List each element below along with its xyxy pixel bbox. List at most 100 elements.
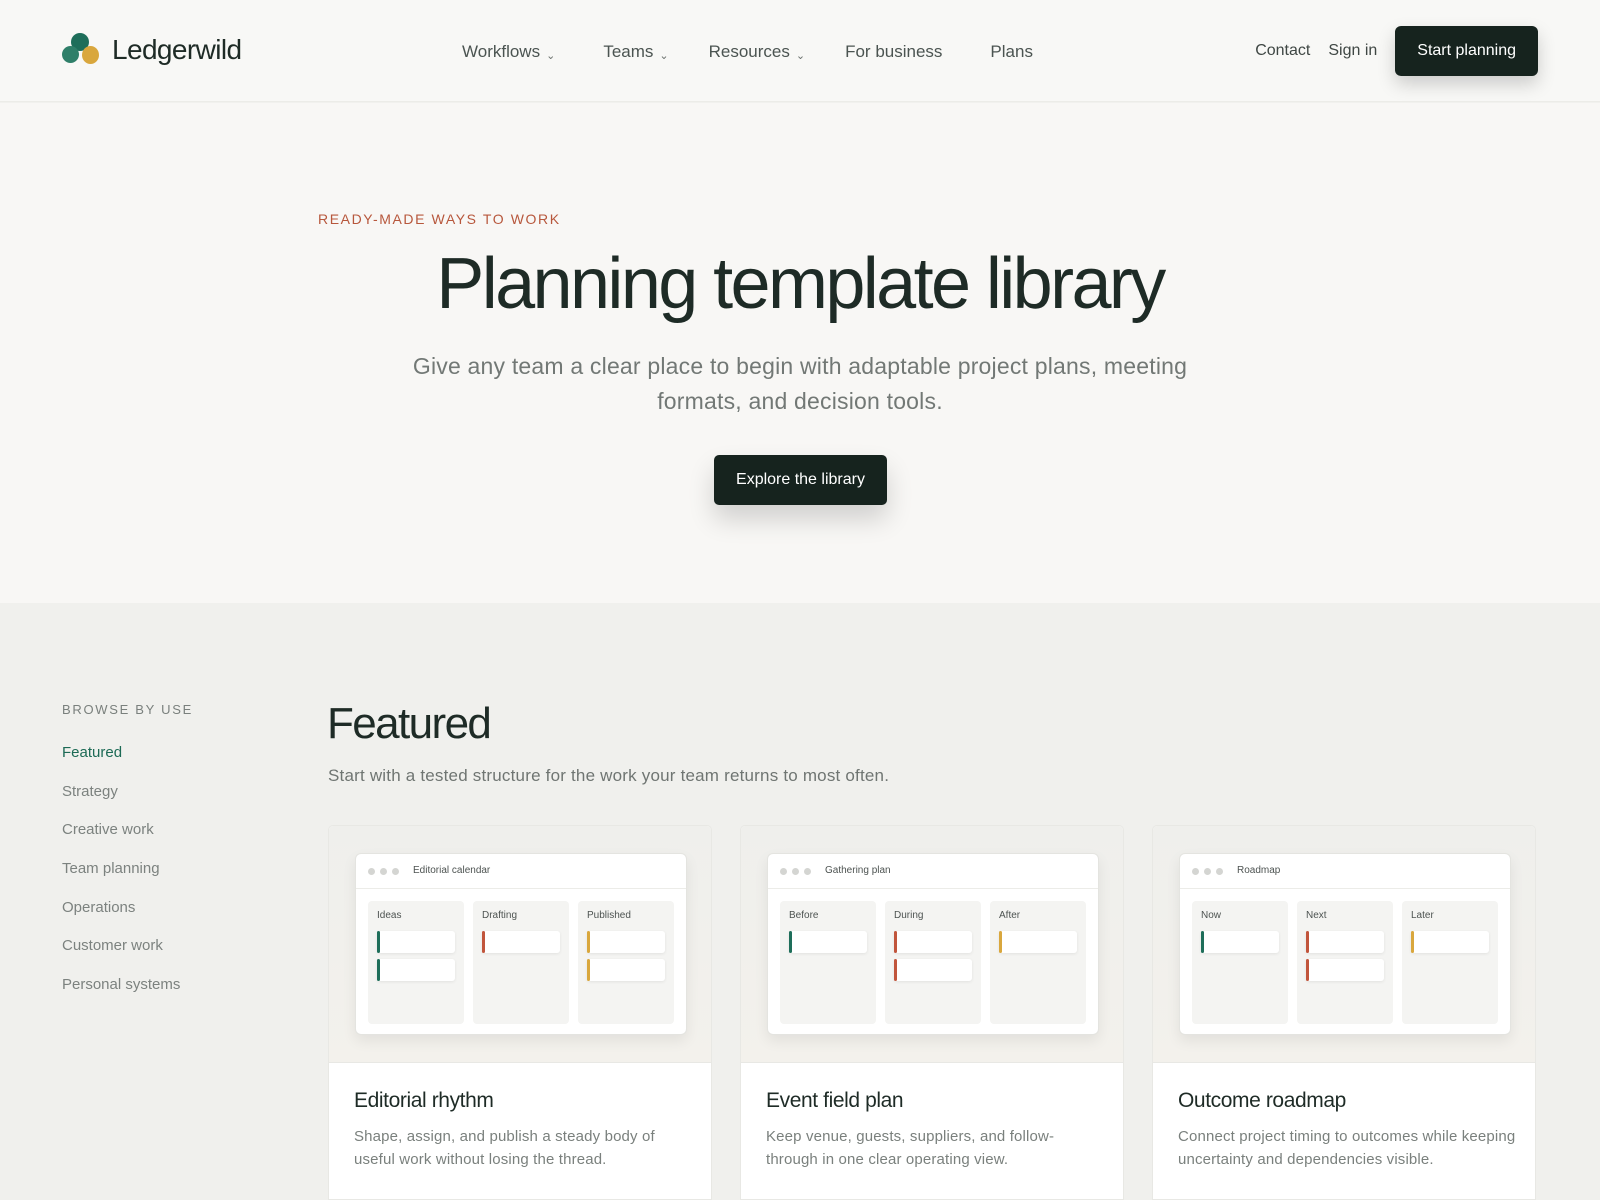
- card-description: Shape, assign, and publish a steady body…: [354, 1128, 655, 1168]
- task-accent: [1306, 931, 1309, 953]
- task-accent: [1306, 959, 1309, 981]
- board-column: Next: [1297, 901, 1393, 1024]
- task-accent: [1411, 931, 1414, 953]
- column-label: Ideas: [377, 910, 402, 921]
- card-preview: Roadmap Now Next Later: [1153, 826, 1535, 1063]
- logo-mark-icon: [62, 32, 102, 68]
- board-column: After: [990, 901, 1086, 1024]
- template-card-editorial[interactable]: Editorial calendar Ideas Drafting Publis…: [328, 825, 712, 1200]
- task-accent: [377, 959, 380, 981]
- board-column: Later: [1402, 901, 1498, 1024]
- task-accent: [482, 931, 485, 953]
- window-titlebar: Gathering plan: [768, 854, 1098, 889]
- card-description: Connect project timing to outcomes while…: [1178, 1128, 1516, 1168]
- task-accent: [587, 959, 590, 981]
- preview-window: Gathering plan Before During After: [767, 853, 1099, 1035]
- chevron-down-icon: ⌄: [659, 50, 669, 62]
- nav-label: Plans: [990, 42, 1033, 61]
- explore-library-button[interactable]: Explore the library: [714, 455, 887, 505]
- contact-link[interactable]: Contact: [1255, 42, 1310, 60]
- logo[interactable]: Ledgerwild: [62, 32, 242, 68]
- window-title: Roadmap: [1237, 865, 1281, 876]
- sidebar-item-personal-systems[interactable]: Personal systems: [62, 975, 180, 1014]
- column-label: Before: [789, 910, 819, 921]
- sidebar-item-creative-work[interactable]: Creative work: [62, 820, 180, 859]
- task-card: [894, 959, 972, 981]
- window-title: Editorial calendar: [413, 865, 491, 876]
- board-column: Ideas: [368, 901, 464, 1024]
- task-card: [377, 931, 455, 953]
- task-accent: [789, 931, 792, 953]
- column-label: Published: [587, 910, 631, 921]
- sidebar-item-featured[interactable]: Featured: [62, 743, 180, 782]
- hero-eyebrow: READY-MADE WAYS TO WORK: [318, 211, 561, 227]
- sidebar-item-team-planning[interactable]: Team planning: [62, 859, 180, 898]
- library-section: BROWSE BY USE Featured Strategy Creative…: [0, 603, 1600, 1200]
- task-accent: [894, 931, 897, 953]
- nav-label: Teams: [603, 42, 654, 61]
- card-preview: Gathering plan Before During After: [741, 826, 1123, 1063]
- sign-in-link[interactable]: Sign in: [1328, 42, 1377, 60]
- column-label: During: [894, 910, 924, 921]
- column-label: Drafting: [482, 910, 518, 921]
- sidebar-item-operations[interactable]: Operations: [62, 898, 180, 937]
- card-title: Editorial rhythm: [354, 1089, 494, 1112]
- chevron-down-icon: ⌄: [795, 50, 806, 62]
- card-preview: Editorial calendar Ideas Drafting Publis…: [329, 826, 711, 1063]
- task-card: [1306, 931, 1384, 953]
- preview-window: Roadmap Now Next Later: [1179, 853, 1511, 1035]
- hero-subtitle: Give any team a clear place to begin wit…: [412, 353, 1188, 414]
- nav-teams[interactable]: Teams ⌄: [603, 42, 668, 62]
- template-card-event[interactable]: Gathering plan Before During After Event…: [740, 825, 1124, 1200]
- nav-for-business[interactable]: For business: [845, 42, 942, 62]
- task-card: [894, 931, 972, 953]
- preview-window: Editorial calendar Ideas Drafting Publis…: [355, 853, 687, 1035]
- section-title: Featured: [327, 699, 492, 748]
- section-subtitle: Start with a tested structure for the wo…: [328, 766, 890, 785]
- nav-label: Workflows: [462, 42, 541, 61]
- nav-workflows[interactable]: Workflows ⌄: [462, 42, 555, 62]
- card-title: Event field plan: [766, 1089, 904, 1112]
- hero-section: READY-MADE WAYS TO WORK Planning templat…: [0, 103, 1600, 603]
- nav-label: Resources: [708, 42, 790, 61]
- board-column: Now: [1192, 901, 1288, 1024]
- window-titlebar: Roadmap: [1180, 854, 1510, 889]
- column-label: Later: [1411, 910, 1434, 921]
- nav-label: For business: [845, 42, 943, 61]
- task-card: [587, 931, 665, 953]
- task-accent: [587, 931, 590, 953]
- sidebar-nav: Featured Strategy Creative work Team pla…: [62, 743, 180, 1014]
- hero-title: Planning template library: [436, 244, 1166, 324]
- task-card: [482, 931, 560, 953]
- column-label: After: [999, 910, 1021, 921]
- template-card-roadmap[interactable]: Roadmap Now Next Later Outcome roadmap C…: [1152, 825, 1536, 1200]
- nav-plans[interactable]: Plans: [990, 42, 1033, 62]
- card-description: Keep venue, guests, suppliers, and follo…: [766, 1128, 1055, 1168]
- nav-resources[interactable]: Resources ⌄: [709, 42, 805, 62]
- sidebar-item-customer-work[interactable]: Customer work: [62, 936, 180, 975]
- start-planning-button[interactable]: Start planning: [1395, 26, 1538, 76]
- task-card: [999, 931, 1077, 953]
- main-nav: Workflows ⌄ Teams ⌄ Resources ⌄ For busi…: [462, 42, 1081, 62]
- task-card: [789, 931, 867, 953]
- task-card: [587, 959, 665, 981]
- task-card: [1306, 959, 1384, 981]
- window-titlebar: Editorial calendar: [356, 854, 686, 889]
- column-label: Now: [1201, 910, 1222, 921]
- chevron-down-icon: ⌄: [546, 50, 556, 62]
- board-column: Drafting: [473, 901, 569, 1024]
- board-column: During: [885, 901, 981, 1024]
- task-card: [377, 959, 455, 981]
- header-actions: Contact Sign in Start planning: [1255, 26, 1538, 76]
- board-column: Published: [578, 901, 674, 1024]
- template-cards: Editorial calendar Ideas Drafting Publis…: [328, 825, 1536, 1200]
- column-label: Next: [1306, 910, 1327, 921]
- task-card: [1201, 931, 1279, 953]
- sidebar-item-strategy[interactable]: Strategy: [62, 782, 180, 821]
- card-title: Outcome roadmap: [1178, 1089, 1346, 1112]
- task-accent: [999, 931, 1002, 953]
- window-title: Gathering plan: [825, 865, 891, 876]
- task-accent: [894, 959, 897, 981]
- task-card: [1411, 931, 1489, 953]
- board-column: Before: [780, 901, 876, 1024]
